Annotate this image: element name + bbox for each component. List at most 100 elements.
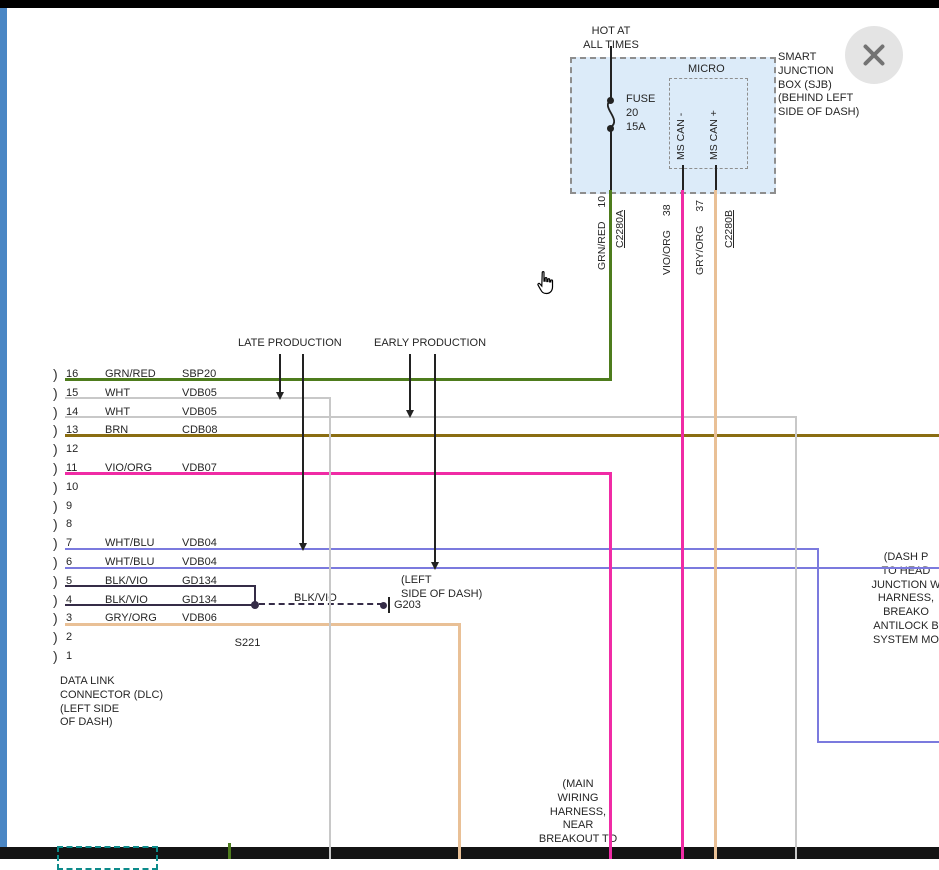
pin-number: 9 <box>66 500 72 512</box>
ms-can-plus-label: MS CAN + <box>708 110 720 160</box>
diagram-canvas[interactable]: HOT AT ALL TIMES MICRO FUSE 20 15A SMART… <box>0 0 939 859</box>
dlc-pin-row: )14WHTVDB05 <box>0 403 300 423</box>
wire-wht-pin15-horizontal <box>65 397 331 399</box>
dlc-pin-row: )16GRN/REDSBP20 <box>0 365 300 385</box>
note-line: ANTILOCK B <box>850 620 939 634</box>
wire-grn-red-horizontal <box>65 378 612 381</box>
wire-vio-org-pin11-horizontal <box>65 472 612 475</box>
early-arrow-1 <box>409 354 411 412</box>
pin-bracket: ) <box>53 554 58 570</box>
connector-label-c2280a: C2280A <box>614 210 626 248</box>
dlc-pin-row: )10 <box>0 478 300 498</box>
wire-wht-pin15-vertical <box>329 397 331 859</box>
dlc-pin-row: )15WHTVDB05 <box>0 384 300 404</box>
pin-bracket: ) <box>53 610 58 626</box>
wire-ms-can-plus-stub <box>715 165 717 190</box>
pin-bracket: ) <box>53 366 58 382</box>
late-arrow-2-head <box>299 543 307 551</box>
note-line: DATA LINK <box>60 675 163 689</box>
pin-number: 8 <box>66 518 72 530</box>
dlc-label: DATA LINKCONNECTOR (DLC)(LEFT SIDEOF DAS… <box>60 675 163 730</box>
connector-label-c2280b: C2280B <box>723 210 735 248</box>
early-arrow-2-head <box>431 562 439 570</box>
dlc-pin-row: )9 <box>0 497 300 517</box>
pin-bracket: ) <box>53 629 58 645</box>
wire-wht-pin14-vertical <box>795 416 797 859</box>
splice-s221-dot <box>251 601 259 609</box>
pin-bracket: ) <box>53 479 58 495</box>
left-accent-strip <box>0 7 7 859</box>
ground-g203-bar <box>388 597 390 613</box>
wire-brn-horizontal <box>65 434 939 437</box>
dlc-pin-row: )13BRNCDB08 <box>0 421 300 441</box>
dlc-pin-row: ) 12 <box>0 440 300 460</box>
wire-label-vio-org-38: VIO/ORG38 <box>661 204 673 275</box>
note-line: CONNECTOR (DLC) <box>60 689 163 703</box>
wire-label-gry-org-37: GRY/ORG37 <box>694 200 706 275</box>
splice-s221-label: S221 <box>185 637 310 651</box>
wire-gry-org-pin3-horizontal <box>65 623 461 626</box>
ground-location-note: (LEFTSIDE OF DASH) <box>401 574 482 602</box>
wire-wht-pin14-horizontal <box>65 416 797 418</box>
wire-fuse-feed <box>610 46 612 100</box>
note-line: BOX (SJB) <box>778 79 859 93</box>
window-top-border <box>0 0 939 8</box>
fuse-number: 20 <box>626 107 638 119</box>
micro-label: MICRO <box>688 63 725 75</box>
wire-grn-red-bottom-stub <box>228 843 231 859</box>
early-arrow-2 <box>434 354 436 564</box>
early-arrow-1-head <box>406 410 414 418</box>
fuse-terminal-dot <box>607 125 614 132</box>
wire-fuse-out <box>610 129 612 190</box>
pin-bracket: ) <box>53 404 58 420</box>
fuse-rating: 15A <box>626 121 646 133</box>
late-arrow-2 <box>302 354 304 545</box>
pin-bracket: ) <box>53 573 58 589</box>
note-line: SIDE OF DASH) <box>778 106 859 120</box>
wire-vio-org-pin11-vertical <box>609 472 612 859</box>
note-line: JUNCTION W <box>850 579 939 593</box>
wire-wht-blu-pin6-horizontal <box>65 567 939 569</box>
pin-bracket: ) <box>53 648 58 664</box>
wire-blk-vio-pin5-horizontal <box>65 585 256 587</box>
ground-g203-dot <box>380 602 387 609</box>
note-line: BREAKO <box>850 606 939 620</box>
late-production-label: LATE PRODUCTION <box>238 337 342 349</box>
wire-vio-org-sjb-vertical <box>681 190 684 859</box>
late-arrow-1-head <box>276 392 284 400</box>
mouse-cursor-hand <box>534 270 556 297</box>
ms-can-minus-label: MS CAN - <box>675 113 687 160</box>
note-line: OF DASH) <box>60 716 163 730</box>
pin-bracket: ) <box>53 535 58 551</box>
wire-label-grn-red-10: GRN/RED10 <box>596 196 608 270</box>
note-line: (BEHIND LEFT <box>778 92 859 106</box>
fuse-label: FUSE <box>626 93 655 105</box>
close-button[interactable] <box>845 26 903 84</box>
wire-grn-red-vertical <box>609 190 612 381</box>
wire-gry-org-pin3-vertical <box>458 623 461 859</box>
dlc-pin-row: )11VIO/ORGVDB07 <box>0 459 300 479</box>
pin-bracket: ) <box>53 385 58 401</box>
wire-blk-vio-dashed-to-ground <box>259 603 383 605</box>
pin-bracket: ) <box>53 441 58 457</box>
dlc-pin-row: )8 <box>0 515 300 535</box>
pin-bracket: ) <box>53 498 58 514</box>
pin-number: 1 <box>66 650 72 662</box>
note-line: (DASH P <box>850 551 939 565</box>
wire-wht-blu-pin7-horizontal <box>65 548 819 550</box>
splice-s221-note: S221 <box>185 637 310 651</box>
note-line: (LEFT <box>401 574 482 588</box>
wire-wht-blu-pin7-vertical <box>817 548 819 743</box>
dlc-pin-row: )6WHT/BLUVDB04 <box>0 553 300 573</box>
note-line: SIDE OF DASH) <box>401 588 482 602</box>
wire-wht-blu-pin7-horizontal-2 <box>817 741 939 743</box>
pin-bracket: ) <box>53 460 58 476</box>
note-line: (LEFT SIDE <box>60 703 163 717</box>
pin-number: 12 <box>66 443 78 455</box>
wire-blk-vio-pin4-horizontal <box>65 604 256 606</box>
wire-gry-org-sjb-vertical <box>714 190 717 859</box>
late-arrow-1 <box>279 354 281 394</box>
note-line: HARNESS, <box>850 592 939 606</box>
note-line: SYSTEM MO <box>850 634 939 648</box>
wire-ms-can-minus-stub <box>682 165 684 190</box>
